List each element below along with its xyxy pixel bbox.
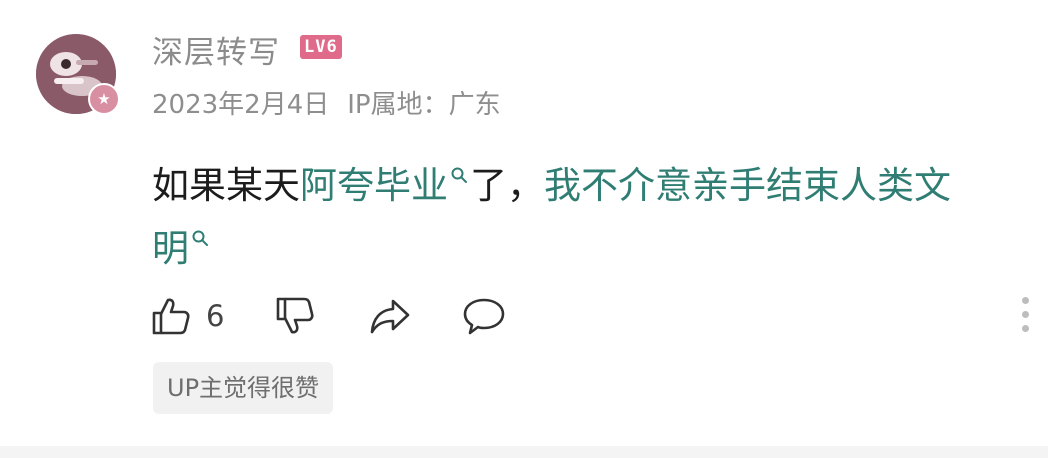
more-options-button[interactable] bbox=[1017, 295, 1033, 335]
up-liked-tag: UP主觉得很赞 bbox=[153, 362, 334, 414]
content-text: 了， bbox=[470, 164, 544, 207]
dislike-button[interactable] bbox=[274, 292, 316, 340]
thumbs-up-icon bbox=[152, 298, 190, 335]
reply-button[interactable] bbox=[462, 292, 506, 340]
keyword-link[interactable]: 阿夸毕业 bbox=[300, 164, 448, 207]
comment-content: 如果某天阿夸毕业 了，我不介意亲手结束人类文明 bbox=[152, 150, 1012, 276]
comment-item: ★ 深层转写 LV6 2023年2月4日 IP属地：广东 如果某天阿夸毕业 了，我不… bbox=[0, 0, 1048, 458]
star-badge-icon: ★ bbox=[88, 83, 120, 115]
ip-location: IP属地：广东 bbox=[347, 90, 501, 120]
divider bbox=[0, 446, 1048, 458]
content-text: 如果某天 bbox=[152, 164, 300, 207]
search-icon[interactable] bbox=[450, 165, 468, 189]
share-arrow-icon bbox=[370, 299, 410, 334]
keyword-link[interactable]: 明 bbox=[152, 227, 189, 270]
search-icon[interactable] bbox=[191, 228, 209, 252]
share-button[interactable] bbox=[368, 292, 412, 340]
level-badge: LV6 bbox=[300, 35, 342, 59]
speech-bubble-icon bbox=[463, 298, 505, 335]
keyword-link[interactable]: 我不介意亲手结束人类文 bbox=[544, 164, 951, 207]
comment-date: 2023年2月4日 bbox=[152, 90, 330, 120]
username[interactable]: 深层转写 bbox=[152, 27, 280, 72]
like-button[interactable]: 6 bbox=[150, 292, 224, 340]
like-count: 6 bbox=[206, 299, 225, 333]
comment-meta: 2023年2月4日 IP属地：广东 bbox=[152, 84, 501, 121]
thumbs-down-icon bbox=[276, 297, 314, 334]
